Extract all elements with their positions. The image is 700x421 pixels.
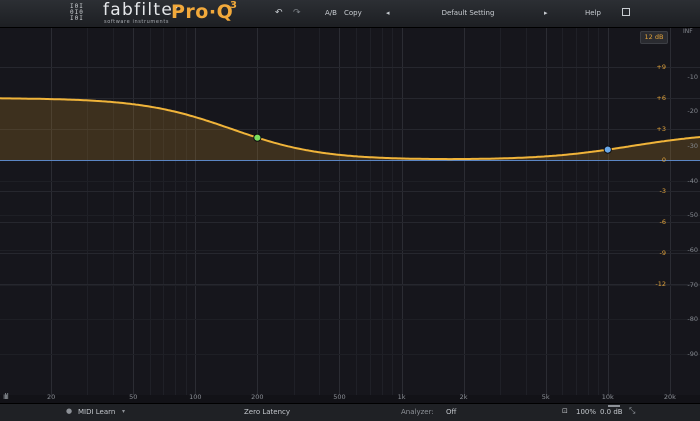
analyzer-mode-button[interactable]: Off [446,408,456,417]
freq-scale-label: 100 [189,393,202,401]
eq-graph[interactable] [0,28,700,395]
next-preset-icon[interactable]: ▸ [544,7,548,19]
eq-display[interactable]: 12 dB INF +9 +6 +3 0 -3 -6 -9 -12 -10 -20 -30 -40 -5… [0,28,700,401]
spectrum-scale-label: -90 [687,350,698,358]
spectrum-inf-label: INF [683,28,693,35]
footer-bar: ● MIDI Learn ▾ Zero Latency Analyzer: Of… [0,403,700,421]
gain-scale-label: -9 [659,249,666,257]
undo-icon[interactable]: ↶ [275,7,283,19]
fullscreen-icon[interactable] [622,8,630,16]
gain-scale-label: +6 [656,94,666,102]
spectrum-scale-label: -60 [687,246,698,254]
freq-scale-label: 500 [333,393,346,401]
output-gain-slider[interactable] [608,405,620,407]
product-version: 3 [230,0,237,11]
zoom-value[interactable]: 100% [576,408,596,417]
band-1-node[interactable] [253,133,262,142]
midi-dropdown-icon[interactable]: ▾ [122,407,125,416]
grid-lines [0,28,700,395]
brand-name: fabfilter [103,0,182,20]
gain-scale-label: +9 [656,63,666,71]
gain-scale-label: 0 [661,156,666,164]
bypass-icon[interactable]: ⊡ [562,407,568,416]
spectrum-scale-label: -30 [687,142,698,150]
freq-scale-label: 20 [46,393,56,401]
freq-scale-label: 20k [663,393,676,401]
freq-scale-label: 200 [251,393,264,401]
analyzer-toggle-icon[interactable]: ılıl [3,392,9,401]
analyzer-label: Analyzer: [401,408,434,416]
help-button[interactable]: Help [585,7,601,19]
freq-scale-label: 1k [397,393,406,401]
output-gain-value[interactable]: 0.0 dB [600,408,623,417]
spectrum-scale-label: -40 [687,176,698,185]
preset-name[interactable]: Default Setting [380,7,556,19]
gain-scale-label: +3 [656,125,666,133]
gain-scale-label: -6 [659,218,666,226]
prev-preset-icon[interactable]: ◂ [386,7,390,19]
brand-subtitle: software instruments [104,19,170,25]
midi-learn-button[interactable]: MIDI Learn [78,408,115,417]
spectrum-scale-label: -10 [687,72,698,81]
spectrum-scale-label: -20 [687,107,698,116]
ab-compare-button[interactable]: A/B [325,7,337,19]
redo-icon[interactable]: ↷ [293,7,301,19]
band-2-node[interactable] [603,145,612,154]
freq-scale-label: 50 [129,393,138,401]
copy-button[interactable]: Copy [344,7,362,19]
header-bar: I0I 0I0 I0I fabfilter software instruments… [0,0,700,28]
gain-scale-label: -3 [659,187,666,195]
product-name: Pro·Q [171,1,234,23]
display-range-button[interactable]: 12 dB [640,31,668,44]
spectrum-scale-label: -50 [687,211,698,220]
freq-scale-label: 5k [541,393,550,401]
fabfilter-logo-icon: I0I 0I0 I0I [70,3,84,22]
gain-scale-label: -12 [655,280,666,288]
resize-icon[interactable]: ⤡ [629,406,635,415]
freq-scale-label: 10k [601,393,614,401]
latency-mode-button[interactable]: Zero Latency [244,408,290,417]
spectrum-scale-label: -70 [687,280,698,289]
midi-indicator-icon: ● [66,407,73,415]
spectrum-scale-label: -80 [687,315,698,324]
freq-scale-label: 2k [459,393,468,401]
